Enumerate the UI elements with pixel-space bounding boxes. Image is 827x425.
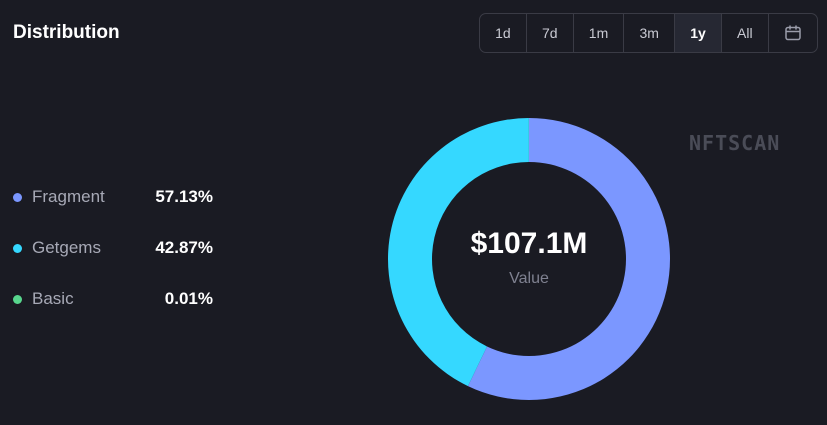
chart-center-value: $107.1M [470, 227, 588, 260]
chart-center-label: Value [509, 270, 549, 287]
donut-chart [387, 118, 670, 400]
